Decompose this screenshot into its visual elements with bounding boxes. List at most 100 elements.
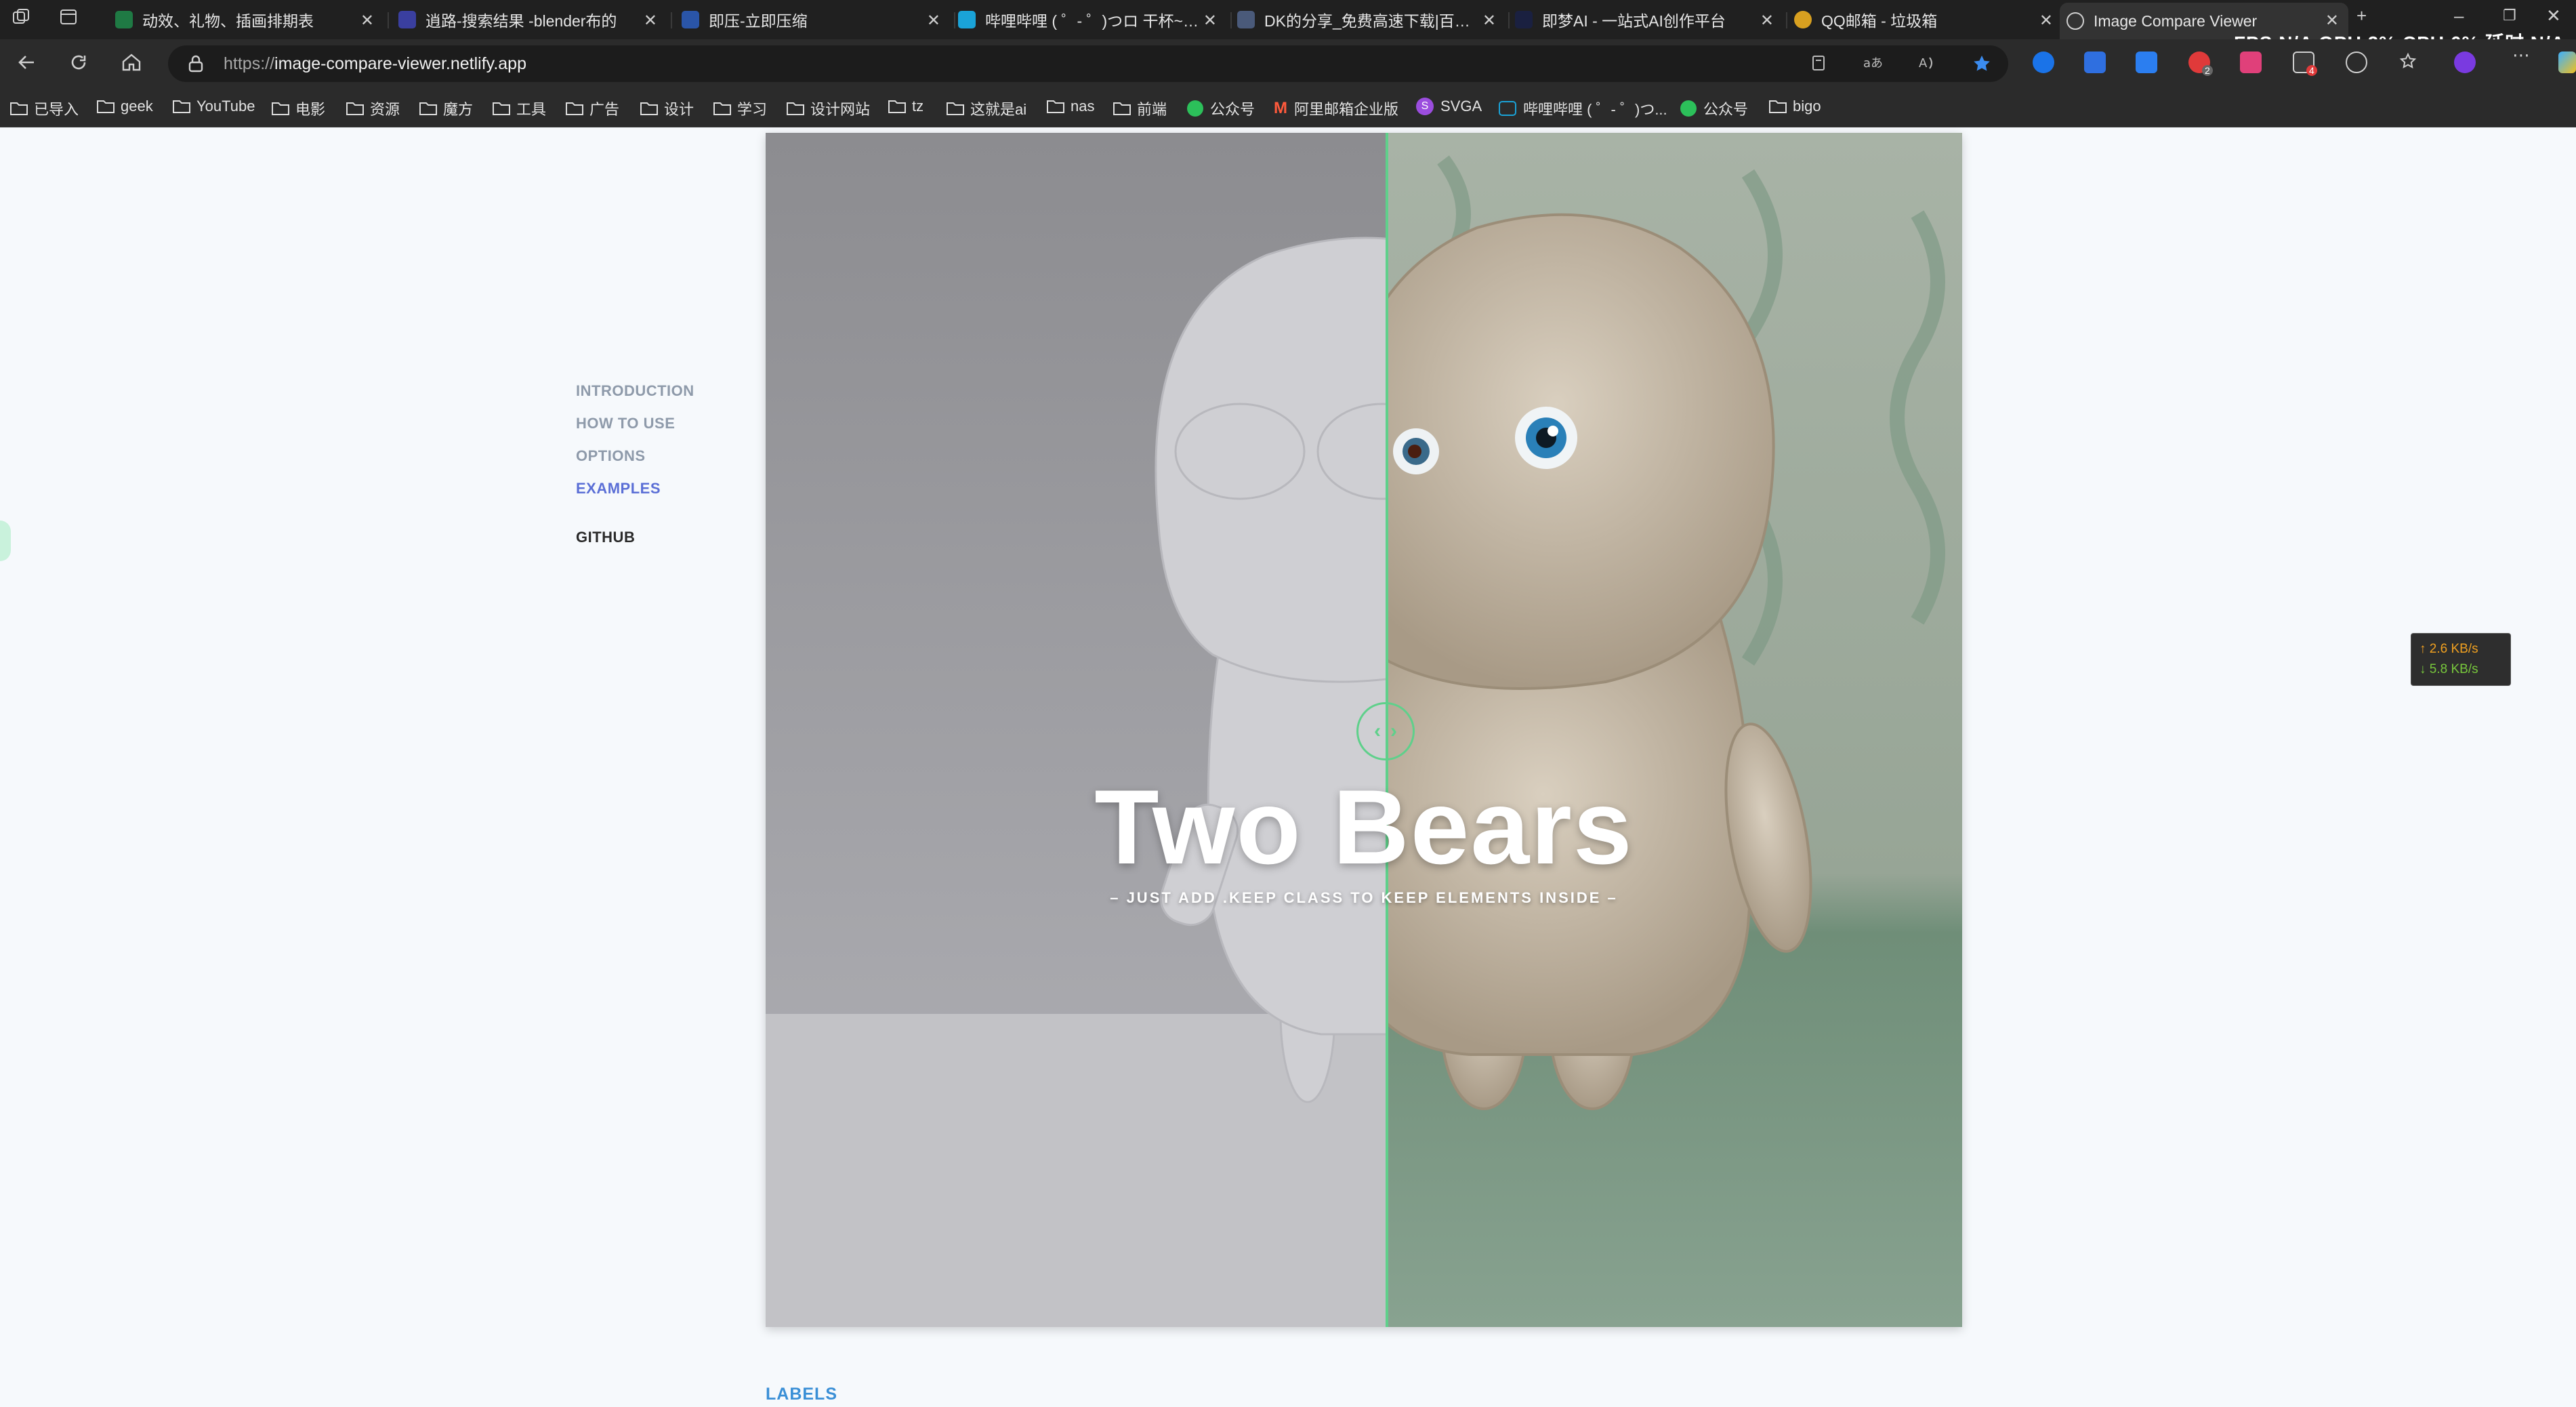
bookmark-item[interactable]: M 阿里邮箱企业版: [1274, 98, 1398, 119]
nav-github[interactable]: GITHUB: [576, 529, 694, 546]
close-icon[interactable]: ✕: [2039, 11, 2053, 30]
window-close-icon[interactable]: ✕: [2546, 5, 2561, 26]
folder-icon: [1769, 100, 1787, 113]
address-row: https://image-compare-viewer.netlify.app…: [0, 39, 2576, 88]
page-content: INTRODUCTION HOW TO USE OPTIONS EXAMPLES…: [0, 127, 2576, 1407]
side-panel-toggle[interactable]: [0, 521, 11, 561]
tab-qqmail[interactable]: QQ邮箱 - 垃圾箱 ✕: [1787, 3, 2062, 37]
folder-icon: [1113, 102, 1131, 115]
folder-icon: [566, 102, 583, 115]
bookmark-item[interactable]: 魔方: [419, 98, 473, 119]
folder-icon: [493, 102, 510, 115]
bookmark-item[interactable]: 设计网站: [786, 98, 870, 119]
tab-pan[interactable]: DK的分享_免费高速下载|百度网盘 ✕: [1230, 3, 1505, 37]
tab-compress[interactable]: 即压-立即压缩 ✕: [675, 3, 950, 37]
new-tab-icon[interactable]: +: [2356, 5, 2367, 26]
bookmark-item[interactable]: 这就是ai: [946, 98, 1026, 119]
bookmark-item[interactable]: 公众号: [1680, 98, 1748, 119]
tab-bar: 动效、礼物、插画排期表 ✕ 逍路-搜索结果 -blender布的 ✕ 即压-立即…: [0, 0, 2576, 54]
network-speed-widget: ↑ 2.6 KB/s ↓ 5.8 KB/s: [2411, 633, 2511, 686]
sheet-icon: [115, 11, 133, 28]
extension-badge: 4: [2306, 65, 2317, 76]
folder-icon: [947, 102, 964, 115]
home-button[interactable]: [119, 50, 144, 78]
bookmark-item[interactable]: 学习: [713, 98, 767, 119]
translate-icon[interactable]: aあ: [1862, 54, 1884, 77]
url-text[interactable]: https://image-compare-viewer.netlify.app: [224, 54, 526, 74]
profile-avatar[interactable]: [2454, 52, 2476, 73]
extension-1-icon[interactable]: [2033, 52, 2054, 73]
folder-icon: [713, 102, 731, 115]
tab-bilibili[interactable]: 哔哩哔哩 ( ゜- ゜)つロ 干杯~-bilibili ✕: [951, 3, 1226, 37]
bitwarden-icon[interactable]: [2084, 52, 2106, 73]
jimeng-icon: [1515, 11, 1533, 28]
restore-icon[interactable]: ❐: [2503, 7, 2516, 24]
tab-sheet[interactable]: 动效、礼物、插画排期表 ✕: [108, 3, 383, 37]
vertical-tabs-icon[interactable]: [58, 7, 79, 27]
close-icon[interactable]: ✕: [1203, 11, 1217, 30]
viewer-title: Two Bears: [1094, 769, 1634, 886]
close-icon[interactable]: ✕: [2325, 11, 2339, 30]
lock-icon[interactable]: [187, 54, 205, 77]
refresh-button[interactable]: [66, 50, 91, 78]
favorites-icon[interactable]: [2398, 52, 2420, 73]
image-compare-viewer[interactable]: ‹ › Two Bears – JUST ADD .KEEP CLASS TO K…: [766, 133, 1962, 1327]
workspaces-icon[interactable]: [11, 7, 31, 27]
bookmark-item[interactable]: geek: [96, 98, 153, 115]
read-aloud-icon[interactable]: A: [1917, 54, 1938, 77]
globe-icon: [2066, 12, 2084, 30]
bookmark-item[interactable]: nas: [1046, 98, 1094, 115]
side-navigation: INTRODUCTION HOW TO USE OPTIONS EXAMPLES…: [576, 382, 694, 561]
reader-icon[interactable]: [1809, 54, 1828, 77]
copilot-icon[interactable]: [2558, 52, 2576, 73]
close-icon[interactable]: ✕: [1482, 11, 1496, 30]
bookmark-item[interactable]: bigo: [1768, 98, 1821, 115]
more-menu-icon[interactable]: ⋯: [2512, 45, 2534, 66]
bookmark-item[interactable]: 哔哩哔哩 ( ゜- ゜)つ...: [1499, 98, 1667, 119]
folder-icon: [640, 102, 658, 115]
compare-slider-handle[interactable]: ‹ ›: [1356, 702, 1415, 760]
close-icon[interactable]: ✕: [644, 11, 657, 30]
bookmark-item[interactable]: 前端: [1113, 98, 1167, 119]
svga-icon: S: [1416, 98, 1434, 115]
section-heading-labels: LABELS: [766, 1385, 837, 1404]
bookmark-item[interactable]: tz: [888, 98, 923, 115]
bookmark-item[interactable]: 公众号: [1187, 98, 1255, 119]
folder-icon: [10, 102, 28, 115]
tab-search[interactable]: 逍路-搜索结果 -blender布的 ✕: [392, 3, 667, 37]
folder-icon: [346, 102, 364, 115]
favorite-star-icon[interactable]: [1972, 54, 1992, 77]
bookmark-item[interactable]: 广告: [565, 98, 619, 119]
minimize-icon[interactable]: –: [2454, 5, 2464, 26]
bookmark-item[interactable]: S SVGA: [1416, 98, 1482, 115]
mail-icon: M: [1274, 99, 1287, 117]
bookmark-item[interactable]: 资源: [346, 98, 400, 119]
bookmark-item[interactable]: 已导入: [9, 98, 79, 119]
bookmark-item[interactable]: 工具: [492, 98, 546, 119]
address-bar[interactable]: https://image-compare-viewer.netlify.app…: [168, 45, 2008, 82]
nav-introduction[interactable]: INTRODUCTION: [576, 382, 694, 400]
bilibili-icon: [1499, 101, 1516, 116]
tab-separator: [671, 12, 672, 28]
viewer-caption: Two Bears – JUST ADD .KEEP CLASS TO KEEP…: [766, 770, 1962, 907]
nav-how-to-use[interactable]: HOW TO USE: [576, 415, 694, 432]
chevron-right-icon: ›: [1390, 720, 1397, 742]
back-button[interactable]: [15, 50, 39, 78]
bookmark-item[interactable]: 电影: [271, 98, 325, 119]
tab-jimeng[interactable]: 即梦AI - 一站式AI创作平台 ✕: [1508, 3, 1783, 37]
extension-5-icon[interactable]: [2240, 52, 2262, 73]
close-icon[interactable]: ✕: [927, 11, 940, 30]
chevron-left-icon: ‹: [1374, 720, 1381, 742]
close-icon[interactable]: ✕: [1760, 11, 1774, 30]
extensions-puzzle-icon[interactable]: [2346, 52, 2367, 73]
folder-icon: [97, 100, 115, 113]
extension-badge: 2: [2202, 65, 2213, 76]
bookmark-item[interactable]: YouTube: [172, 98, 255, 115]
nav-options[interactable]: OPTIONS: [576, 447, 694, 465]
extension-3-icon[interactable]: [2136, 52, 2157, 73]
bookmark-item[interactable]: 设计: [640, 98, 694, 119]
close-icon[interactable]: ✕: [360, 11, 374, 30]
search-site-icon: [398, 11, 416, 28]
nav-examples[interactable]: EXAMPLES: [576, 480, 694, 497]
folder-icon: [419, 102, 437, 115]
